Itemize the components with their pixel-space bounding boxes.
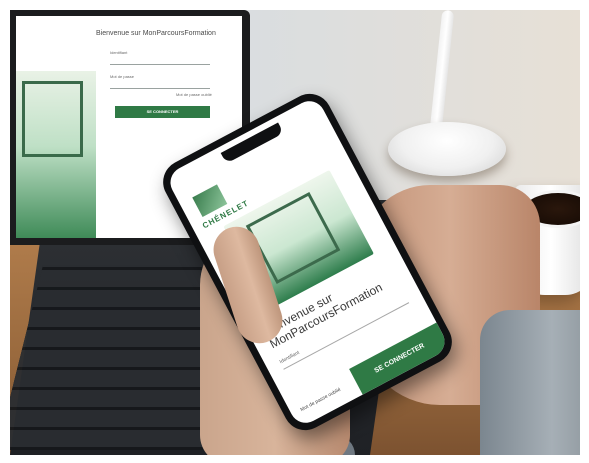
laptop-field2[interactable] bbox=[110, 88, 210, 89]
laptop-field2-label: Mot de passe bbox=[110, 74, 135, 79]
laptop-field1[interactable] bbox=[110, 64, 210, 65]
laptop-forgot-link[interactable]: Mot de passe oublié bbox=[176, 92, 212, 97]
laptop-title: Bienvenue sur MonParcoursFormation bbox=[96, 30, 216, 37]
greenhouse-illustration bbox=[22, 81, 83, 157]
laptop-field1-label: Identifiant bbox=[110, 50, 128, 55]
desk-lamp-base bbox=[388, 122, 506, 176]
laptop-login-button[interactable]: SE CONNECTER bbox=[115, 106, 210, 118]
right-sleeve bbox=[480, 310, 580, 455]
phone-field-label: Identifiant bbox=[278, 349, 301, 366]
photo-scene: Bienvenue sur MonParcoursFormation Ident… bbox=[10, 10, 580, 455]
phone-forgot-link[interactable]: Mot de passe oublié bbox=[300, 387, 342, 413]
